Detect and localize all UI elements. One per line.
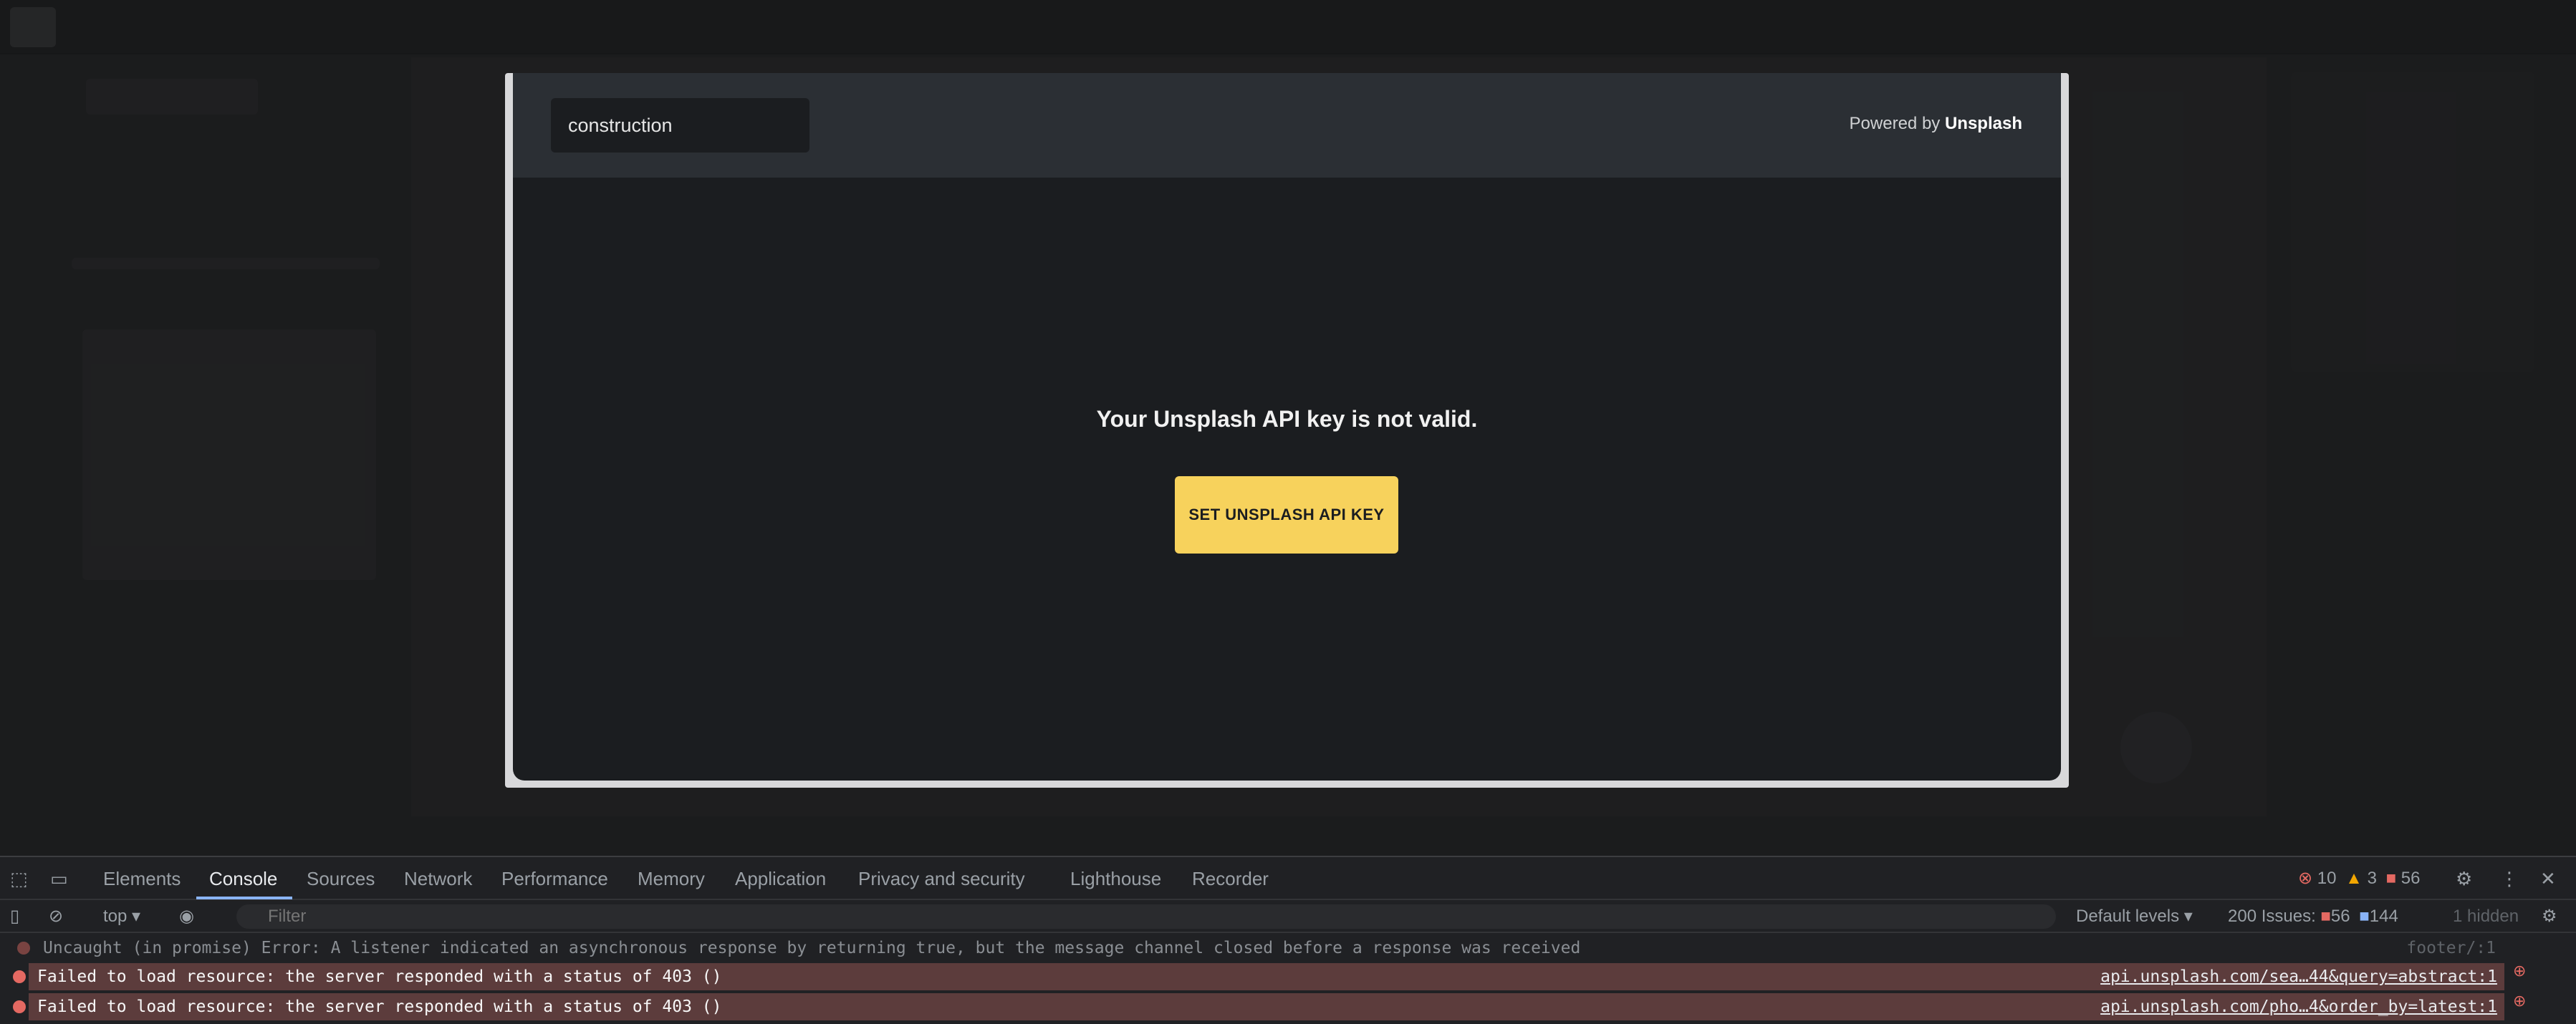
search-input[interactable] bbox=[551, 98, 809, 153]
tab-performance[interactable]: Performance bbox=[501, 857, 608, 900]
issues-count-icon: ■ bbox=[2385, 869, 2397, 888]
set-api-key-button[interactable]: SET UNSPLASH API KEY bbox=[1175, 476, 1398, 554]
devtools-tabbar: ⬚ ▭ Elements Console Sources Network Per… bbox=[0, 857, 2576, 900]
tab-elements[interactable]: Elements bbox=[103, 857, 181, 900]
console-settings-icon[interactable]: ⚙ bbox=[2542, 900, 2557, 933]
powered-by-prefix: Powered by bbox=[1849, 114, 1941, 133]
error-icon bbox=[13, 1000, 26, 1013]
tab-console[interactable]: Console bbox=[209, 857, 277, 900]
powered-by: Powered by Unsplash bbox=[1850, 114, 2022, 134]
tab-network[interactable]: Network bbox=[404, 857, 472, 900]
context-selector-label: top bbox=[103, 907, 128, 926]
warning-count-icon: ▲ bbox=[2345, 869, 2363, 888]
tab-sources[interactable]: Sources bbox=[307, 857, 375, 900]
console-message: Failed to load resource: the server resp… bbox=[29, 993, 2504, 1020]
issues-info-icon: ■ bbox=[2359, 907, 2370, 926]
tab-recorder[interactable]: Recorder bbox=[1192, 857, 1269, 900]
tab-privacy-security[interactable]: Privacy and security bbox=[858, 857, 1025, 900]
expand-error-icon[interactable]: ⊕ bbox=[2513, 957, 2526, 985]
tab-lighthouse[interactable]: Lighthouse bbox=[1070, 857, 1161, 900]
console-message: Uncaught (in promise) Error: A listener … bbox=[0, 934, 2576, 962]
tab-memory[interactable]: Memory bbox=[638, 857, 705, 900]
tab-application[interactable]: Application bbox=[735, 857, 826, 900]
context-selector[interactable]: top ▾ bbox=[103, 900, 140, 933]
devtools-settings-icon[interactable]: ⚙ bbox=[2456, 857, 2472, 900]
console-toolbar: ▯ ⊘ top ▾ ◉ Default levels ▾ 200 Issues:… bbox=[0, 900, 2576, 933]
unsplash-link[interactable]: Unsplash bbox=[1945, 114, 2022, 133]
warning-count-value: 3 bbox=[2367, 869, 2377, 888]
active-tab-indicator bbox=[196, 897, 292, 899]
error-count-icon: ⊗ bbox=[2298, 869, 2313, 888]
devtools-close-icon[interactable]: ✕ bbox=[2540, 857, 2556, 900]
issues-info-count: 144 bbox=[2369, 907, 2398, 926]
error-count[interactable]: ⊗ 10 ▲ 3 ■ 56 bbox=[2298, 857, 2421, 900]
devtools-more-icon[interactable]: ⋮ bbox=[2500, 857, 2519, 900]
expand-error-icon[interactable]: ⊕ bbox=[2513, 987, 2526, 1015]
device-toolbar-icon[interactable]: ▭ bbox=[50, 857, 68, 900]
log-levels-label: Default levels bbox=[2076, 907, 2180, 926]
error-icon bbox=[13, 970, 26, 983]
console-message-text: Failed to load resource: the server resp… bbox=[37, 998, 722, 1016]
hidden-count: 1 hidden bbox=[2453, 907, 2519, 926]
log-levels-dropdown[interactable]: Default levels ▾ bbox=[2076, 900, 2193, 933]
console-message-text: Failed to load resource: the server resp… bbox=[37, 967, 722, 986]
console-message: Failed to load resource: the server resp… bbox=[29, 963, 2504, 990]
console-filter-input[interactable] bbox=[236, 904, 2056, 929]
api-key-error-message: Your Unsplash API key is not valid. bbox=[1096, 406, 1478, 432]
console-message-source[interactable]: footer/:1 bbox=[2406, 934, 2496, 962]
live-expression-eye-icon[interactable]: ◉ bbox=[179, 900, 194, 933]
error-count-value: 10 bbox=[2317, 869, 2337, 888]
console-sidebar-icon[interactable]: ▯ bbox=[10, 900, 19, 933]
issues-error-icon: ■ bbox=[2320, 907, 2331, 926]
console-message-source[interactable]: api.unsplash.com/sea…44&query=abstract:1 bbox=[2100, 963, 2497, 990]
app-root: Powered by Unsplash Your Unsplash API ke… bbox=[0, 0, 2576, 1024]
issues-error-count: 56 bbox=[2330, 907, 2350, 926]
issues-count-value: 56 bbox=[2400, 869, 2421, 888]
issues-summary[interactable]: 200 Issues: ■56 ■144 bbox=[2228, 900, 2398, 933]
console-message-source[interactable]: api.unsplash.com/pho…4&order_by=latest:1 bbox=[2100, 993, 2497, 1020]
clear-console-icon[interactable]: ⊘ bbox=[49, 900, 63, 933]
inspect-element-icon[interactable]: ⬚ bbox=[10, 857, 28, 900]
console-message-text: Uncaught (in promise) Error: A listener … bbox=[43, 939, 1581, 957]
devtools-panel: ⬚ ▭ Elements Console Sources Network Per… bbox=[0, 856, 2576, 1024]
error-icon bbox=[17, 942, 30, 955]
issues-summary-label: 200 Issues: bbox=[2228, 907, 2316, 926]
modal-header: Powered by Unsplash bbox=[513, 73, 2061, 178]
unsplash-modal: Powered by Unsplash Your Unsplash API ke… bbox=[513, 73, 2061, 781]
